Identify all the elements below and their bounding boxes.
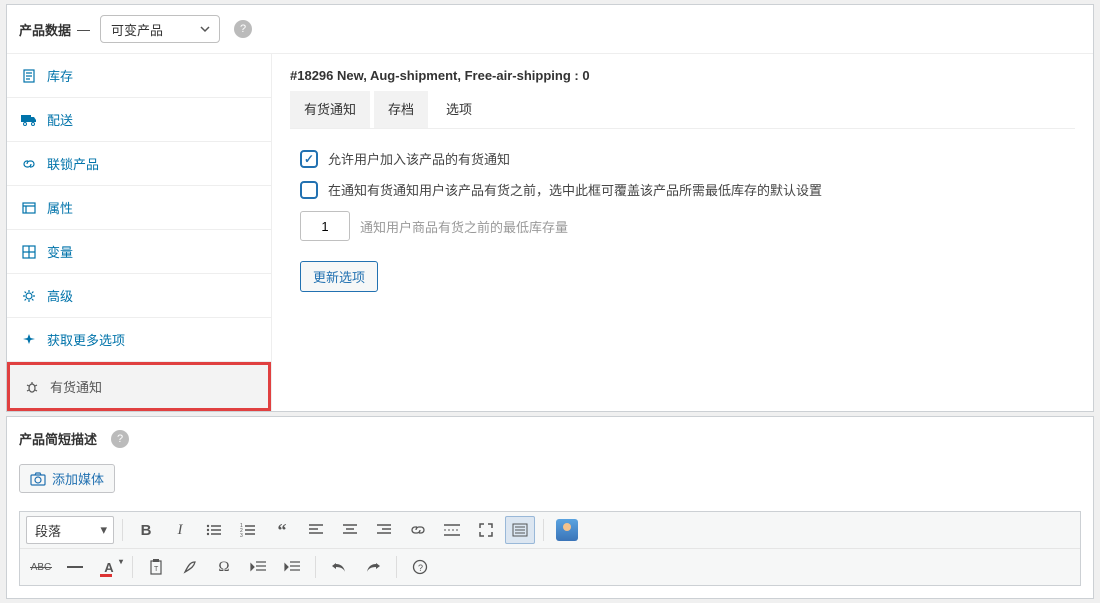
undo-button[interactable] (324, 553, 354, 581)
bullet-list-button[interactable] (199, 516, 229, 544)
document-icon (21, 69, 37, 83)
variation-title: #18296 New, Aug-shipment, Free-air-shipp… (272, 54, 1093, 91)
tab-label: 配送 (47, 110, 73, 129)
editor: 段落 ▾ B I 123 “ ABC (19, 511, 1081, 586)
tab-inventory[interactable]: 库存 (7, 54, 271, 98)
chevron-down-icon (199, 23, 211, 35)
numbered-list-button[interactable]: 123 (233, 516, 263, 544)
outdent-button[interactable] (243, 553, 273, 581)
short-description-title: 产品简短描述 (19, 429, 97, 448)
override-min-label: 在通知有货通知用户该产品有货之前，选中此框可覆盖该产品所需最低库存的默认设置 (328, 180, 822, 199)
grid-icon (21, 245, 37, 259)
tab-label: 获取更多选项 (47, 330, 125, 349)
tab-stock-notification[interactable]: 有货通知 (7, 362, 271, 411)
hr-button[interactable] (60, 553, 90, 581)
strikethrough-button[interactable]: ABC (26, 553, 56, 581)
tab-label: 变量 (47, 242, 73, 261)
editor-toolbar: 段落 ▾ B I 123 “ ABC (19, 511, 1081, 586)
svg-text:3: 3 (240, 533, 243, 537)
toolbar-row-2: ABC A▾ T Ω ? (20, 548, 1080, 585)
option-min-stock-row: 通知用户商品有货之前的最低库存量 (272, 205, 1093, 247)
short-description-header: 产品简短描述 ? (7, 417, 1093, 456)
keyboard-help-button[interactable]: ? (405, 553, 435, 581)
chevron-down-icon: ▾ (119, 557, 123, 566)
product-data-content: #18296 New, Aug-shipment, Free-air-shipp… (272, 54, 1093, 411)
toolbar-row-1: 段落 ▾ B I 123 “ (20, 512, 1080, 548)
allow-join-checkbox[interactable] (300, 150, 318, 168)
min-stock-input[interactable] (300, 211, 350, 241)
tab-label: 库存 (47, 66, 73, 85)
clear-formatting-button[interactable] (175, 553, 205, 581)
align-left-button[interactable] (301, 516, 331, 544)
product-tabs: 库存 配送 联锁产品 属性 变量 高级 (7, 54, 272, 411)
format-select[interactable]: 段落 ▾ (26, 516, 114, 544)
product-data-body: 库存 配送 联锁产品 属性 变量 高级 (7, 54, 1093, 411)
camera-icon (30, 472, 46, 486)
product-type-select[interactable]: 可变产品 (100, 15, 220, 43)
help-icon[interactable]: ? (111, 430, 129, 448)
special-char-button[interactable]: Ω (209, 553, 239, 581)
tab-shipping[interactable]: 配送 (7, 98, 271, 142)
inner-tab-notify[interactable]: 有货通知 (290, 91, 370, 128)
read-more-button[interactable] (437, 516, 467, 544)
inner-tab-options[interactable]: 选项 (432, 91, 486, 128)
text-color-button[interactable]: A▾ (94, 553, 124, 581)
sparkle-icon (21, 333, 37, 347)
option-override-row: 在通知有货通知用户该产品有货之前，选中此框可覆盖该产品所需最低库存的默认设置 (272, 174, 1093, 205)
link-icon (21, 157, 37, 171)
product-data-panel: 产品数据 — 可变产品 ? 库存 配送 联锁产品 (6, 4, 1094, 412)
add-media-button[interactable]: 添加媒体 (19, 464, 115, 493)
list-icon (21, 201, 37, 215)
tab-label: 高级 (47, 286, 73, 305)
tab-advanced[interactable]: 高级 (7, 274, 271, 318)
indent-button[interactable] (277, 553, 307, 581)
bug-icon (24, 380, 40, 394)
format-value: 段落 (35, 521, 61, 540)
paste-text-button[interactable]: T (141, 553, 171, 581)
gear-icon (21, 289, 37, 303)
dash: — (77, 22, 90, 37)
align-center-button[interactable] (335, 516, 365, 544)
italic-button[interactable]: I (165, 516, 195, 544)
svg-text:?: ? (418, 563, 423, 573)
align-right-button[interactable] (369, 516, 399, 544)
tab-linked-products[interactable]: 联锁产品 (7, 142, 271, 186)
fullscreen-button[interactable] (471, 516, 501, 544)
chevron-down-icon: ▾ (100, 522, 107, 538)
tab-label: 有货通知 (50, 377, 102, 396)
update-options-button[interactable]: 更新选项 (300, 261, 378, 292)
redo-button[interactable] (358, 553, 388, 581)
option-allow-join-row: 允许用户加入该产品的有货通知 (272, 143, 1093, 174)
tab-attributes[interactable]: 属性 (7, 186, 271, 230)
help-icon[interactable]: ? (234, 20, 252, 38)
truck-icon (21, 114, 37, 126)
tab-more-options[interactable]: 获取更多选项 (7, 318, 271, 362)
inner-tabs: 有货通知 存档 选项 (290, 91, 1075, 129)
product-data-header: 产品数据 — 可变产品 ? (7, 5, 1093, 54)
short-description-panel: 产品简短描述 ? 添加媒体 段落 ▾ B I 123 “ (6, 416, 1094, 599)
user-icon[interactable] (552, 516, 582, 544)
tab-variations[interactable]: 变量 (7, 230, 271, 274)
min-stock-hint: 通知用户商品有货之前的最低库存量 (360, 217, 568, 236)
blockquote-button[interactable]: “ (267, 516, 297, 544)
svg-text:T: T (154, 566, 159, 573)
tab-label: 属性 (47, 198, 73, 217)
inner-tab-archive[interactable]: 存档 (374, 91, 428, 128)
allow-join-label: 允许用户加入该产品的有货通知 (328, 149, 510, 168)
product-data-title: 产品数据 (19, 20, 71, 39)
tab-label: 联锁产品 (47, 154, 99, 173)
override-min-checkbox[interactable] (300, 181, 318, 199)
link-button[interactable] (403, 516, 433, 544)
toolbar-toggle-button[interactable] (505, 516, 535, 544)
product-type-value: 可变产品 (111, 20, 163, 39)
bold-button[interactable]: B (131, 516, 161, 544)
add-media-label: 添加媒体 (52, 469, 104, 488)
